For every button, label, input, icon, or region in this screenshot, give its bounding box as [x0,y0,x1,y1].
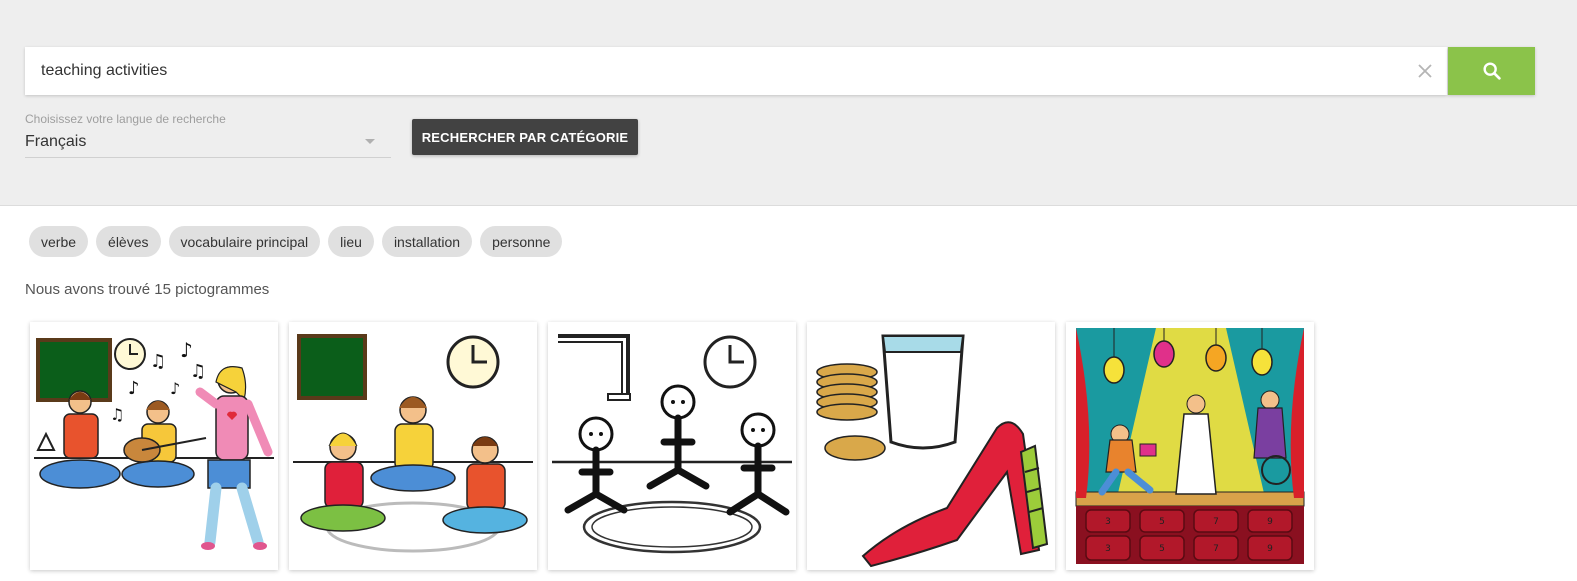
circle-time-pictogram [293,334,533,553]
search-header: Choisissez votre langue de recherche Fra… [0,0,1577,206]
language-label: Choisissez votre langue de recherche [25,112,226,126]
seat-number: 5 [1159,544,1165,554]
pictogram-card[interactable]: ♪ ♫ ♫ ♪ ♪ ♫ [30,322,278,570]
stick-figures-circle-pictogram [552,334,792,554]
result-count: Nous avons trouvé 15 pictogrammes [25,281,270,298]
tag-chip-verbe[interactable]: verbe [29,226,89,257]
seat-number: 7 [1213,544,1219,554]
pictogram-card[interactable] [807,322,1055,570]
tag-chips: verbe élèves vocabulaire principal lieu … [29,226,563,257]
svg-text:♪: ♪ [128,378,140,399]
search-input[interactable] [25,47,1405,95]
search-box [25,47,1447,95]
seat-number: 3 [1105,544,1111,554]
close-icon[interactable] [1415,61,1435,81]
svg-text:♫: ♫ [150,351,166,372]
tag-chip-lieu[interactable]: lieu [328,226,374,257]
svg-text:♪: ♪ [180,338,193,362]
snack-slide-pictogram [816,334,1049,568]
language-select[interactable]: Français [25,128,391,158]
svg-text:♫: ♫ [190,361,206,382]
tag-chip-installation[interactable]: installation [381,226,473,257]
seat-number: 7 [1213,517,1219,527]
tag-chip-eleves[interactable]: élèves [96,226,161,257]
language-value: Français [25,133,87,150]
pictogram-card[interactable] [289,322,537,570]
svg-text:♪: ♪ [170,379,180,398]
search-icon [1482,62,1501,80]
search-button[interactable] [1448,47,1535,95]
seat-number: 9 [1267,517,1273,527]
seat-number: 5 [1159,517,1165,527]
music-class-pictogram: ♪ ♫ ♫ ♪ ♪ ♫ [34,338,274,550]
seat-number: 9 [1267,544,1273,554]
pictogram-card[interactable]: 3 5 7 9 3 5 7 9 [1066,322,1314,570]
svg-text:♫: ♫ [110,405,124,424]
pictogram-card[interactable] [548,322,796,570]
tag-chip-vocabulaire-principal[interactable]: vocabulaire principal [168,226,321,257]
chevron-down-icon [365,139,375,144]
theater-stage-pictogram: 3 5 7 9 3 5 7 9 [1075,328,1305,564]
tag-chip-personne[interactable]: personne [480,226,563,257]
search-by-category-button[interactable]: RECHERCHER PAR CATÉGORIE [412,119,638,155]
seat-number: 3 [1105,517,1111,527]
